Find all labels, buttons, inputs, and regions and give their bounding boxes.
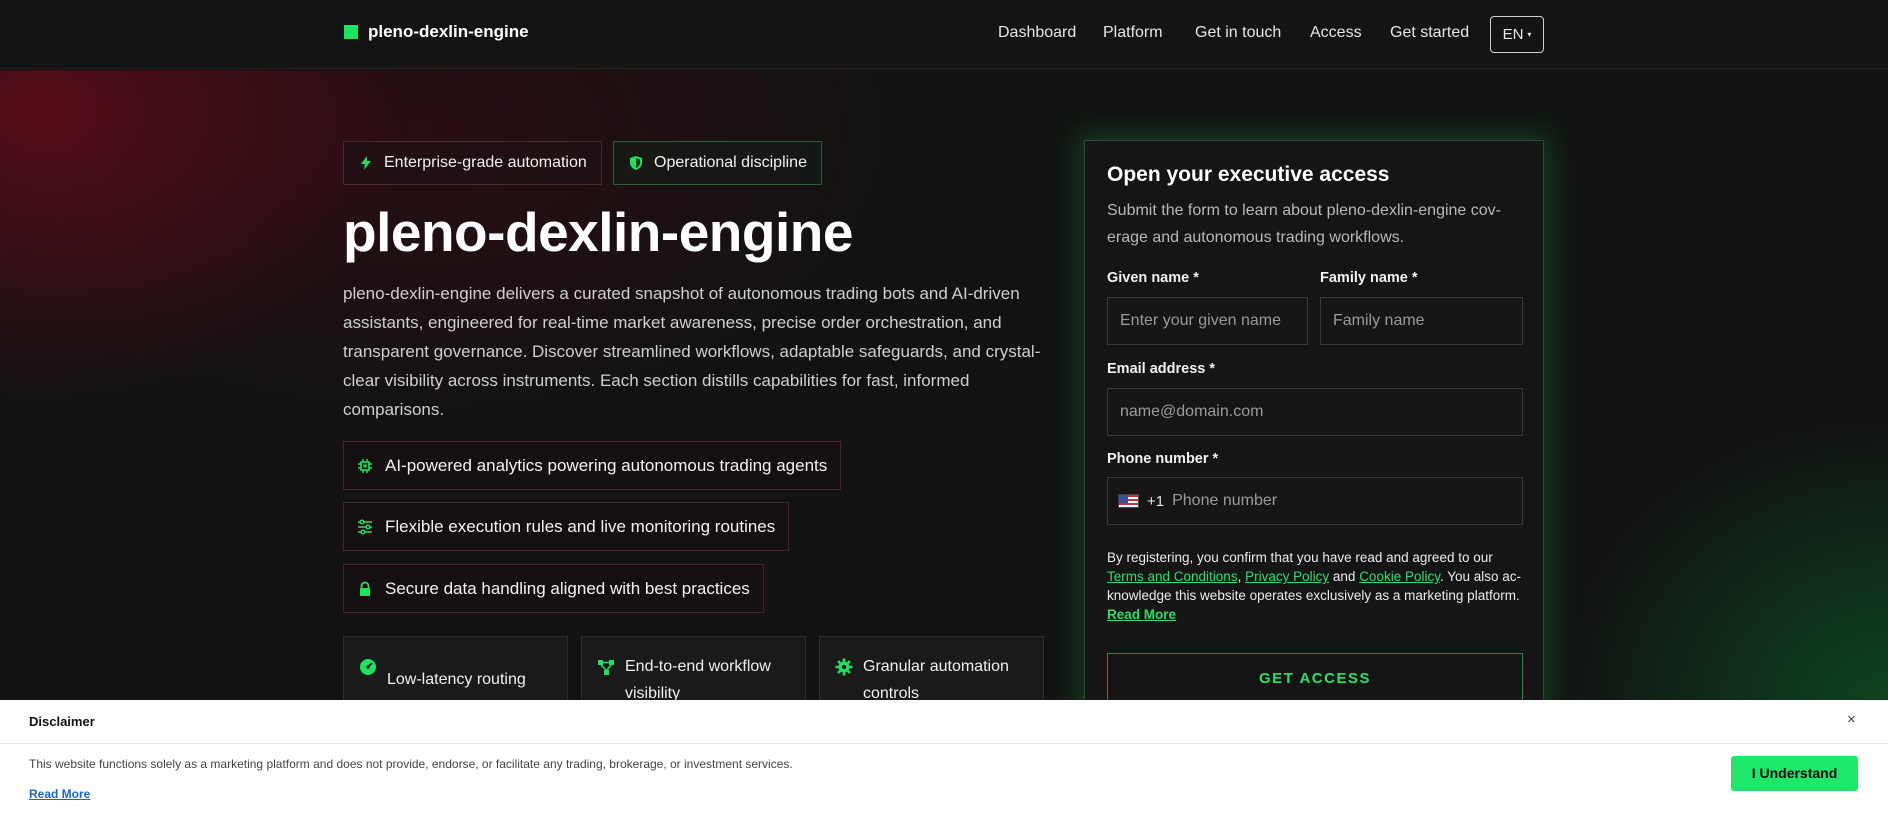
disclaimer-title: Disclaimer: [29, 714, 95, 729]
brand-name: pleno-dexlin-engine: [368, 22, 529, 41]
legal-notice: By registering, you confirm that you hav…: [1107, 550, 1522, 622]
nav-link-platform[interactable]: Platform: [1103, 24, 1163, 42]
flow-icon: [598, 660, 614, 675]
given-name-label: Given name *: [1107, 270, 1199, 286]
access-form: Open your executive access Submit the fo…: [1084, 140, 1544, 760]
feature-label: AI-powered analytics powering autonomous…: [385, 455, 828, 475]
feature-secure-data: Secure data handling aligned with best p…: [343, 564, 764, 613]
disclaimer-text: This website functions solely as a marke…: [29, 757, 793, 771]
form-subtitle: Submit the form to learn about pleno-dex…: [1107, 202, 1501, 246]
shield-icon: [630, 156, 642, 170]
email-input[interactable]: [1107, 388, 1523, 436]
gauge-icon: [360, 659, 376, 675]
terms-link[interactable]: Terms and Conditions: [1107, 569, 1238, 584]
badge-enterprise: Enterprise-grade automation: [343, 141, 602, 185]
phone-field: +1: [1107, 477, 1523, 525]
family-name-label: Family name *: [1320, 270, 1418, 286]
nav-link-dashboard[interactable]: Dashboard: [998, 24, 1076, 42]
language-selector[interactable]: EN ▾: [1490, 16, 1544, 53]
card-label: Low-latency routing: [387, 671, 526, 688]
card-label: End-to-end workflow visibility: [625, 658, 771, 702]
chip-icon: [358, 458, 372, 473]
feature-execution-rules: Flexible execution rules and live monito…: [343, 502, 790, 551]
get-access-button[interactable]: GET ACCESS: [1107, 653, 1523, 705]
read-more-link[interactable]: Read More: [1107, 607, 1176, 622]
chevron-down-icon: ▾: [1527, 30, 1532, 39]
disclaimer-banner: Disclaimer × This website functions sole…: [0, 700, 1888, 818]
brand-logo[interactable]: pleno-dexlin-engine: [344, 22, 529, 42]
nav-link-access[interactable]: Access: [1310, 24, 1362, 42]
nav-link-get-in-touch[interactable]: Get in touch: [1195, 24, 1281, 42]
email-label: Email address *: [1107, 361, 1215, 377]
nav-link-get-started[interactable]: Get started: [1390, 24, 1469, 42]
close-icon[interactable]: ×: [1847, 711, 1856, 728]
feature-ai-analytics: AI-powered analytics powering autonomous…: [343, 441, 842, 490]
disclaimer-header: Disclaimer ×: [0, 700, 1888, 744]
legal-prefix: By registering, you confirm that you hav…: [1107, 550, 1493, 565]
card-label: Granular automation controls: [863, 658, 1009, 702]
top-nav: pleno-dexlin-engine Dashboard Platform G…: [0, 0, 1888, 69]
gear-icon: [835, 658, 853, 676]
dial-code[interactable]: +1: [1147, 493, 1164, 510]
hero-description: pleno-dexlin-engine delivers a curated s…: [343, 284, 1041, 419]
badge-label: Operational discipline: [654, 154, 807, 171]
us-flag-icon[interactable]: [1118, 494, 1139, 508]
disclaimer-read-more-link[interactable]: Read More: [29, 787, 90, 801]
feature-label: Flexible execution rules and live monito…: [385, 516, 776, 536]
bolt-icon: [361, 156, 371, 170]
page-title: pleno-dexlin-engine: [343, 201, 853, 263]
badge-operational: Operational discipline: [613, 141, 822, 185]
language-label: EN: [1502, 26, 1524, 43]
lock-icon: [360, 581, 370, 596]
i-understand-button[interactable]: I Understand: [1731, 756, 1858, 791]
brand-mark-icon: [344, 25, 358, 39]
privacy-link[interactable]: Privacy Policy: [1245, 569, 1329, 584]
cookie-link[interactable]: Cookie Policy: [1359, 569, 1440, 584]
given-name-input[interactable]: [1107, 297, 1308, 345]
legal-and: and: [1332, 569, 1356, 584]
form-title: Open your executive access: [1107, 163, 1390, 186]
feature-label: Secure data handling aligned with best p…: [385, 578, 750, 598]
badge-label: Enterprise-grade automation: [384, 154, 587, 171]
phone-label: Phone number *: [1107, 451, 1219, 467]
family-name-input[interactable]: [1320, 297, 1523, 345]
sliders-icon: [358, 519, 372, 534]
phone-input[interactable]: [1172, 492, 1473, 510]
